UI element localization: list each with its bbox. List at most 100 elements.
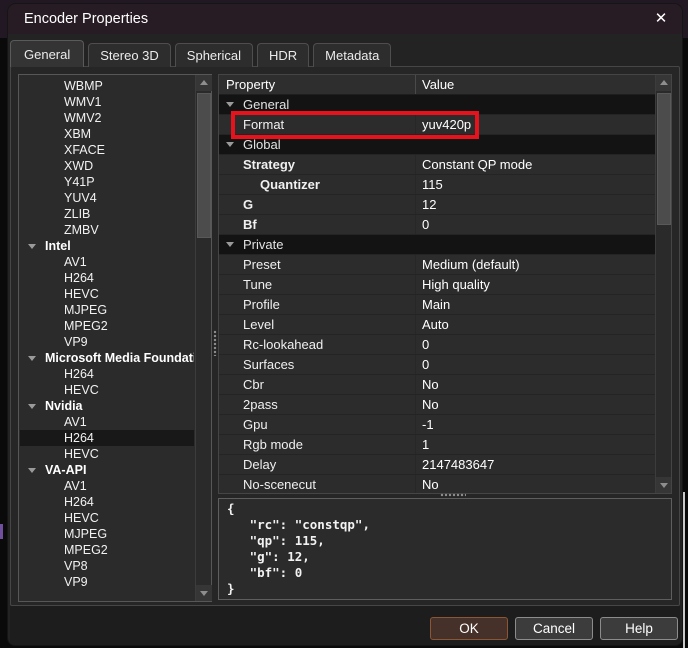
table-header[interactable]: Property Value (219, 75, 655, 95)
vertical-splitter-handle[interactable] (213, 330, 217, 356)
table-row[interactable]: Delay2147483647 (219, 455, 655, 475)
table-row[interactable]: Rc-lookahead0 (219, 335, 655, 355)
table-row[interactable]: ProfileMain (219, 295, 655, 315)
table-row[interactable]: TuneHigh quality (219, 275, 655, 295)
tree-item[interactable]: VA-API (20, 462, 194, 478)
collapse-arrow-icon (226, 142, 234, 147)
tab-hdr[interactable]: HDR (257, 43, 309, 67)
titlebar[interactable]: Encoder Properties ✕ (8, 4, 682, 34)
cancel-button[interactable]: Cancel (515, 617, 593, 640)
table-row[interactable]: Rgb mode1 (219, 435, 655, 455)
scroll-up-icon[interactable] (656, 75, 672, 91)
tree-item-label: H264 (64, 367, 94, 381)
table-row[interactable]: General (219, 95, 655, 115)
table-row[interactable]: Surfaces0 (219, 355, 655, 375)
table-scrollbar-thumb[interactable] (657, 93, 671, 225)
scroll-down-icon[interactable] (656, 477, 672, 493)
horizontal-splitter-handle[interactable] (440, 493, 466, 497)
help-button[interactable]: Help (600, 617, 678, 640)
property-name: Cbr (219, 375, 416, 394)
tree-item[interactable]: XWD (20, 158, 194, 174)
tree-item-label: WMV1 (64, 95, 102, 109)
table-row[interactable]: CbrNo (219, 375, 655, 395)
tree-item[interactable]: MPEG2 (20, 318, 194, 334)
tree-item[interactable]: H264 (20, 430, 194, 446)
table-scrollbar[interactable] (655, 75, 671, 493)
property-name: Global (219, 135, 416, 154)
property-value: 0 (416, 335, 655, 354)
tree-item[interactable]: XFACE (20, 142, 194, 158)
tree-item[interactable]: VP9 (20, 574, 194, 590)
property-value (416, 135, 655, 154)
property-value: 0 (416, 355, 655, 374)
tree-item[interactable]: XBM (20, 126, 194, 142)
tree-item[interactable]: ZLIB (20, 206, 194, 222)
tree-item-label: Intel (45, 239, 71, 253)
options-json-view[interactable]: { "rc": "constqp", "qp": 115, "g": 12, "… (218, 498, 672, 600)
property-value: 2147483647 (416, 455, 655, 474)
tree-scrollbar[interactable] (195, 75, 211, 601)
tree-item[interactable]: Nvidia (20, 398, 194, 414)
tree-item[interactable]: HEVC (20, 382, 194, 398)
tree-item[interactable]: WMV2 (20, 110, 194, 126)
tree-item[interactable]: AV1 (20, 254, 194, 270)
tree-item[interactable]: ZMBV (20, 222, 194, 238)
table-row[interactable]: No-scenecutNo (219, 475, 655, 494)
tree-item[interactable]: VP8 (20, 558, 194, 574)
tree-item[interactable]: WBMP (20, 78, 194, 94)
tree-item[interactable]: H264 (20, 494, 194, 510)
tree-item[interactable]: AV1 (20, 478, 194, 494)
tree-item-label: HEVC (64, 511, 99, 525)
tree-item[interactable]: AV1 (20, 414, 194, 430)
table-row[interactable]: PresetMedium (default) (219, 255, 655, 275)
scroll-down-icon[interactable] (196, 585, 212, 601)
tree-item[interactable]: Intel (20, 238, 194, 254)
table-row[interactable]: StrategyConstant QP mode (219, 155, 655, 175)
background-window-edge (683, 492, 685, 648)
property-name: Preset (219, 255, 416, 274)
table-rows: GeneralFormatyuv420pGlobalStrategyConsta… (219, 95, 655, 494)
property-value: No (416, 375, 655, 394)
tree-item[interactable]: MJPEG (20, 302, 194, 318)
tab-metadata[interactable]: Metadata (313, 43, 391, 67)
property-name: Rgb mode (219, 435, 416, 454)
column-header-value[interactable]: Value (416, 75, 655, 94)
tree-item-label: MPEG2 (64, 543, 108, 557)
tree-item-label: WBMP (64, 79, 103, 93)
property-value: yuv420p (416, 115, 655, 134)
collapse-arrow-icon (28, 356, 36, 361)
table-row[interactable]: Gpu-1 (219, 415, 655, 435)
close-icon[interactable]: ✕ (648, 7, 674, 31)
tree-item[interactable]: MPEG2 (20, 542, 194, 558)
table-row[interactable]: Bf0 (219, 215, 655, 235)
table-row[interactable]: Quantizer115 (219, 175, 655, 195)
tree-item[interactable]: H264 (20, 270, 194, 286)
tree-item[interactable]: MJPEG (20, 526, 194, 542)
tree-item-label: ZMBV (64, 223, 99, 237)
table-row[interactable]: Formatyuv420p (219, 115, 655, 135)
table-row[interactable]: LevelAuto (219, 315, 655, 335)
tree-item[interactable]: HEVC (20, 510, 194, 526)
ok-button[interactable]: OK (430, 617, 508, 640)
tab-general[interactable]: General (10, 40, 84, 67)
tree-item[interactable]: YUV4 (20, 190, 194, 206)
table-row[interactable]: Private (219, 235, 655, 255)
table-row[interactable]: 2passNo (219, 395, 655, 415)
scroll-up-icon[interactable] (196, 75, 212, 91)
tree-item[interactable]: H264 (20, 366, 194, 382)
tree-item[interactable]: WMV1 (20, 94, 194, 110)
table-row[interactable]: G12 (219, 195, 655, 215)
window-title: Encoder Properties (24, 11, 148, 27)
tab-spherical[interactable]: Spherical (175, 43, 253, 67)
tab-stereo-3d[interactable]: Stereo 3D (88, 43, 171, 67)
tree-scrollbar-thumb[interactable] (197, 93, 211, 238)
property-value: Medium (default) (416, 255, 655, 274)
tree-item[interactable]: VP9 (20, 334, 194, 350)
tree-item-label: Microsoft Media Foundati... (45, 351, 194, 365)
table-row[interactable]: Global (219, 135, 655, 155)
tree-item[interactable]: HEVC (20, 286, 194, 302)
tree-item[interactable]: Microsoft Media Foundati... (20, 350, 194, 366)
tree-item[interactable]: Y41P (20, 174, 194, 190)
tree-item[interactable]: HEVC (20, 446, 194, 462)
column-header-property[interactable]: Property (219, 75, 416, 94)
